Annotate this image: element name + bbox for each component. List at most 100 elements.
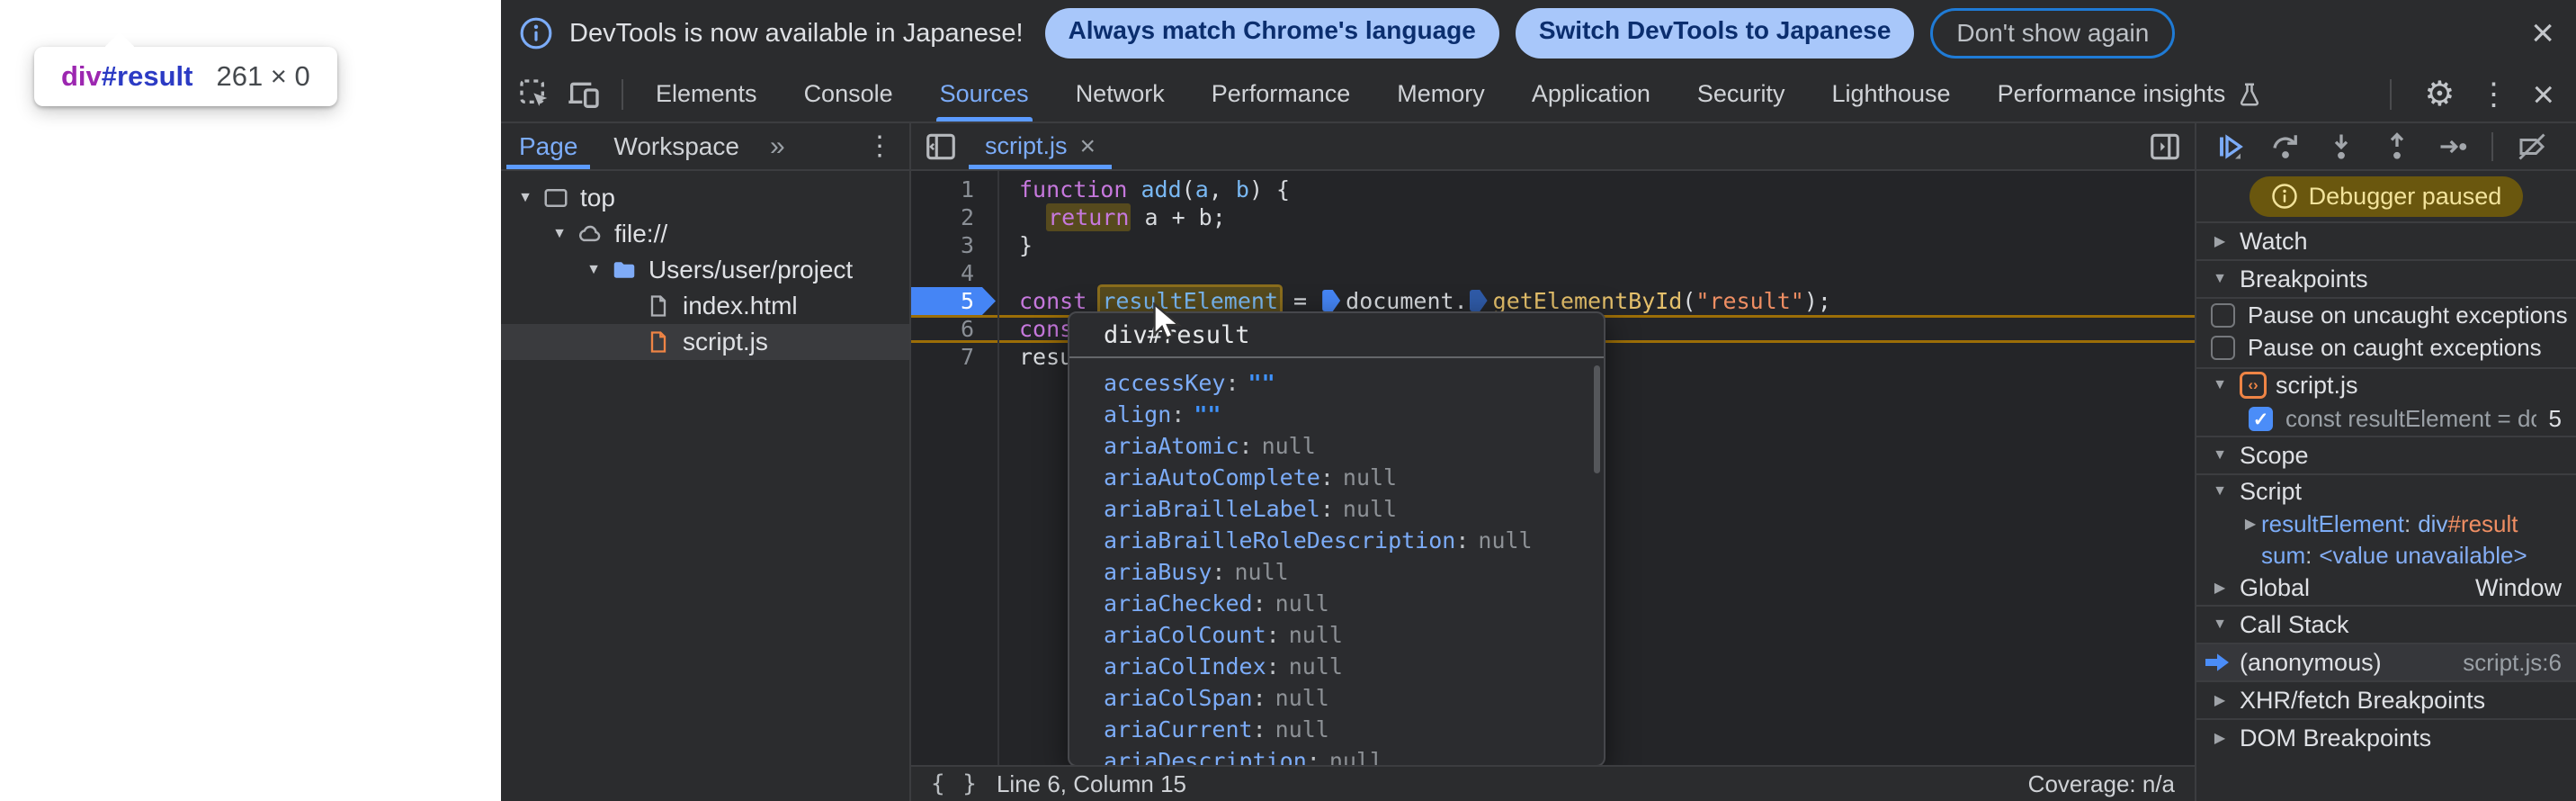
pause-caught-checkbox[interactable] [2211,336,2235,360]
property-name: ariaCurrent [1104,716,1253,742]
tab-security[interactable]: Security [1674,67,1809,122]
tab-label: Performance insights [1998,80,2226,108]
inspect-element-icon[interactable] [515,75,555,114]
code-token: } [1019,232,1033,258]
property-name: accessKey [1104,370,1225,396]
property-value: null [1262,433,1316,459]
tab-performance-insights[interactable]: Performance insights [1974,67,2287,122]
code-token: ); [1804,288,1831,314]
code-editor[interactable]: 1function add(a, b) {2 return a + b;3}45… [911,171,2195,765]
popover-property: ariaBusy:null [1104,556,1604,588]
step-into-icon[interactable] [2324,130,2358,164]
deactivate-breakpoints-icon[interactable] [2515,130,2549,164]
breakpoint-checkbox[interactable]: ✓ [2249,407,2273,431]
step-out-icon[interactable] [2380,130,2414,164]
property-value: null [1289,622,1343,648]
code-line-3: 3} [911,231,2195,259]
line-number[interactable]: 7 [911,343,996,371]
property-value: null [1478,527,1532,554]
var-value-unavailable: <value unavailable> [2319,542,2527,570]
editor-tab-scriptjs[interactable]: script.js × [965,123,1115,169]
code-token: ) { [1249,176,1290,202]
tab-application[interactable]: Application [1508,67,1674,122]
chevron-right-icon: ▶ [2209,579,2231,597]
call-stack-label: Call Stack [2240,611,2349,639]
scope-global[interactable]: ▶ Global Window [2196,571,2576,605]
toggle-debugger-sidebar-icon[interactable] [2148,130,2182,164]
popover-property-list: accessKey:""align:""ariaAtomic:nullariaA… [1069,358,1604,765]
property-name: ariaAutoComplete [1104,464,1320,490]
continue-to-here-marker-icon[interactable] [1470,290,1488,311]
tab-workspace[interactable]: Workspace [595,123,757,169]
infobar-button-2[interactable]: Don't show again [1930,8,2175,58]
pretty-print-icon[interactable]: { } [931,770,979,797]
line-number[interactable]: 6 [911,315,996,343]
overflow-tabs-icon[interactable]: » [757,131,798,162]
infobar-button-0[interactable]: Always match Chrome's language [1045,8,1499,58]
settings-gear-icon[interactable]: ⚙ [2424,74,2455,114]
pause-uncaught-checkbox[interactable] [2211,303,2235,328]
devtools-close-icon[interactable]: × [2532,76,2554,112]
tab-performance[interactable]: Performance [1188,67,1374,122]
tab-memory[interactable]: Memory [1373,67,1508,122]
scope-script[interactable]: ▼ Script [2196,473,2576,508]
tab-console[interactable]: Console [781,67,917,122]
tab-network[interactable]: Network [1052,67,1188,122]
tab-lighthouse[interactable]: Lighthouse [1808,67,1973,122]
tree-item-index-html[interactable]: index.html [501,288,909,324]
tree-caret-icon[interactable]: ▼ [510,190,541,206]
code-line-4: 4 [911,259,2195,287]
tree-caret-icon[interactable]: ▼ [544,226,575,242]
tree-item-top[interactable]: ▼top [501,180,909,216]
line-number[interactable]: 3 [911,231,996,259]
tooltip-selector: div#result [61,60,192,93]
section-watch[interactable]: ▶ Watch [2196,223,2576,259]
tab-sources[interactable]: Sources [917,67,1052,122]
code-token [1127,176,1140,202]
global-scope-value: Window [2475,574,2562,602]
var-value-id: #result [2447,510,2518,538]
breakpoint-marker[interactable]: 5 [911,287,996,315]
section-dom-breakpoints[interactable]: ▶ DOM Breakpoints [2196,718,2576,756]
section-breakpoints[interactable]: ▼ Breakpoints [2196,259,2576,297]
code-token: a + b; [1131,204,1225,230]
scope-var-sum[interactable]: sum: <value unavailable> [2196,540,2576,571]
breakpoint-file-group[interactable]: ▼ ‹› script.js [2196,367,2576,401]
infobar-buttons: Always match Chrome's language Switch Dev… [1045,8,2176,58]
tab-label: Console [804,80,893,108]
toggle-navigator-icon[interactable] [924,130,958,164]
tree-item-script-js[interactable]: script.js [501,324,909,360]
tab-label: Lighthouse [1831,80,1950,108]
line-number[interactable]: 2 [911,203,996,231]
resume-icon[interactable] [2213,130,2247,164]
editor-tabstrip: script.js × [911,123,2195,171]
line-number[interactable]: 1 [911,176,996,203]
tab-elements[interactable]: Elements [632,67,781,122]
step-icon[interactable] [2436,130,2470,164]
tree-caret-icon[interactable]: ▼ [578,262,609,278]
code-token [1019,204,1046,230]
continue-to-here-marker-icon[interactable] [1322,290,1340,311]
tooltip-tag: div [61,60,102,92]
popover-scrollbar[interactable] [1594,365,1600,473]
editor-tab-label: script.js [985,132,1068,160]
section-xhr-breakpoints[interactable]: ▶ XHR/fetch Breakpoints [2196,680,2576,718]
more-options-icon[interactable]: ⋮ [2478,76,2509,112]
scope-var-resultElement[interactable]: ▶ resultElement: div#result [2196,508,2576,540]
navigator-menu-icon[interactable]: ⋮ [866,130,909,162]
device-toolbar-icon[interactable] [564,75,604,114]
breakpoint-entry[interactable]: ✓ const resultElement = doc⋯ 5 [2196,401,2576,436]
section-call-stack[interactable]: ▼ Call Stack [2196,605,2576,643]
tab-page[interactable]: Page [501,123,595,169]
infobar-close-icon[interactable]: × [2531,14,2554,53]
section-scope[interactable]: ▼ Scope [2196,436,2576,473]
code-line-1: 1function add(a, b) { [911,176,2195,203]
tree-item-users-user-project[interactable]: ▼Users/user/project [501,252,909,288]
infobar-button-1[interactable]: Switch DevTools to Japanese [1516,8,1915,58]
line-number[interactable]: 4 [911,259,996,287]
call-stack-frame[interactable]: (anonymous) script.js:6 [2196,643,2576,680]
property-name: ariaAtomic [1104,433,1239,459]
step-over-icon[interactable] [2268,130,2303,164]
tree-item-file-[interactable]: ▼file:// [501,216,909,252]
editor-tab-close-icon[interactable]: × [1080,131,1096,162]
